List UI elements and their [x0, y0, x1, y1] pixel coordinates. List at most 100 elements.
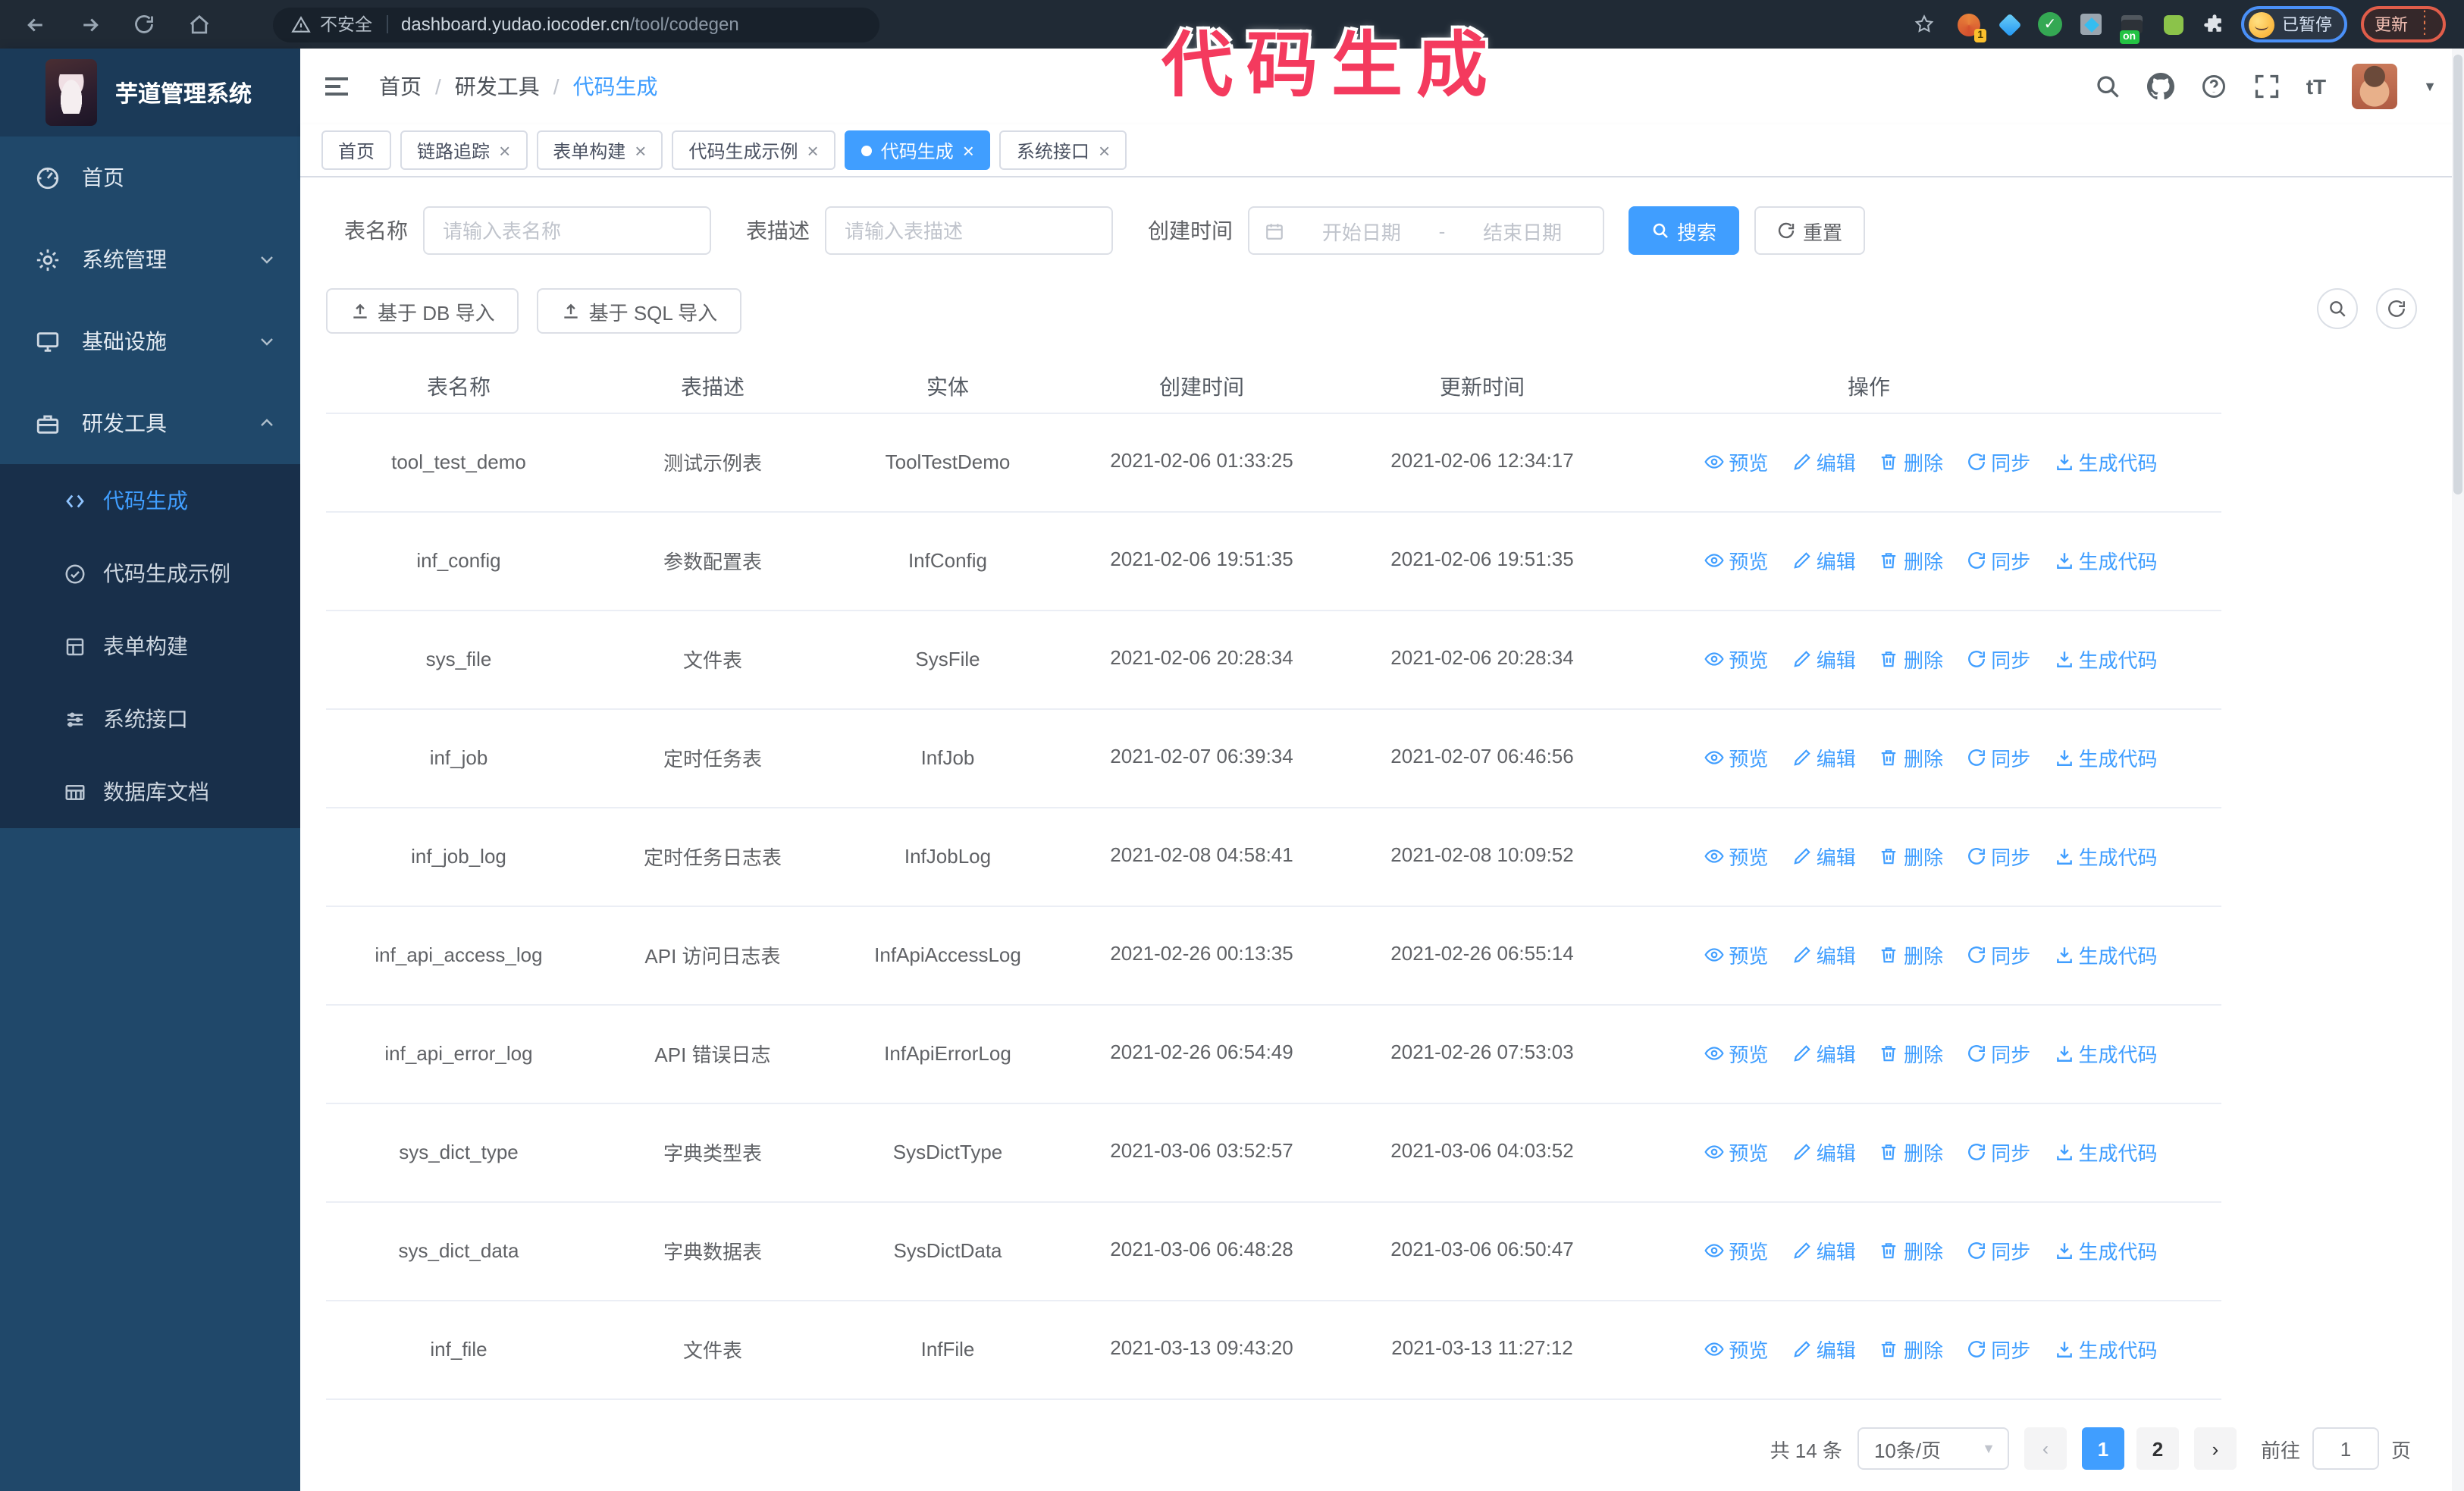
user-avatar[interactable]: [2352, 64, 2398, 109]
tab-close-icon[interactable]: ×: [499, 140, 510, 160]
sync-action[interactable]: 同步: [1967, 940, 2030, 969]
prev-page-button[interactable]: ‹: [2024, 1427, 2067, 1470]
reload-icon[interactable]: [127, 8, 161, 41]
delete-action[interactable]: 删除: [1879, 546, 1943, 575]
edit-action[interactable]: 编辑: [1792, 645, 1856, 673]
generate-code-action[interactable]: 生成代码: [2055, 1236, 2158, 1265]
preview-action[interactable]: 预览: [1704, 546, 1768, 575]
edit-action[interactable]: 编辑: [1792, 1335, 1856, 1364]
help-icon[interactable]: [2200, 73, 2227, 100]
sidebar-logo[interactable]: 芋道管理系统: [0, 49, 300, 137]
sync-action[interactable]: 同步: [1967, 1335, 2030, 1364]
generate-code-action[interactable]: 生成代码: [2055, 1039, 2158, 1068]
date-range-picker[interactable]: 开始日期 - 结束日期: [1248, 206, 1604, 255]
fullscreen-icon[interactable]: [2253, 73, 2281, 100]
extension-icon-tabs[interactable]: on: [2118, 11, 2146, 44]
extension-icon-gem[interactable]: [1995, 11, 2023, 38]
page-button-2[interactable]: 2: [2136, 1427, 2179, 1470]
tab-close-icon[interactable]: ×: [963, 140, 974, 160]
github-icon[interactable]: [2146, 73, 2174, 100]
delete-action[interactable]: 删除: [1879, 1039, 1943, 1068]
edit-action[interactable]: 编辑: [1792, 940, 1856, 969]
sidebar-item-home[interactable]: 首页: [0, 137, 300, 218]
delete-action[interactable]: 删除: [1879, 1335, 1943, 1364]
table-name-input[interactable]: [423, 206, 711, 255]
generate-code-action[interactable]: 生成代码: [2055, 842, 2158, 871]
page-scrollbar[interactable]: [2452, 49, 2464, 1491]
extension-icon-green-check[interactable]: ✓: [2036, 11, 2064, 38]
preview-action[interactable]: 预览: [1704, 1335, 1768, 1364]
delete-action[interactable]: 删除: [1879, 1236, 1943, 1265]
import-db-button[interactable]: 基于 DB 导入: [326, 288, 519, 334]
breadcrumb-home[interactable]: 首页: [379, 71, 422, 102]
sync-action[interactable]: 同步: [1967, 743, 2030, 772]
tab-code-generation[interactable]: 代码生成 ×: [844, 130, 991, 170]
tab-close-icon[interactable]: ×: [635, 140, 646, 160]
preview-action[interactable]: 预览: [1704, 645, 1768, 673]
delete-action[interactable]: 删除: [1879, 645, 1943, 673]
show-search-icon-button[interactable]: [2317, 288, 2358, 329]
tab-home[interactable]: 首页: [321, 130, 392, 170]
edit-action[interactable]: 编辑: [1792, 842, 1856, 871]
extension-icon-orange[interactable]: 1: [1955, 11, 1986, 42]
font-size-icon[interactable]: tT: [2306, 74, 2326, 99]
edit-action[interactable]: 编辑: [1792, 546, 1856, 575]
next-page-button[interactable]: ›: [2193, 1427, 2237, 1470]
preview-action[interactable]: 预览: [1704, 447, 1768, 476]
sidebar-item-form-builder[interactable]: 表单构建: [0, 610, 300, 683]
sync-action[interactable]: 同步: [1967, 546, 2030, 575]
forward-icon[interactable]: [73, 8, 106, 41]
delete-action[interactable]: 删除: [1879, 743, 1943, 772]
delete-action[interactable]: 删除: [1879, 447, 1943, 476]
tab-close-icon[interactable]: ×: [1099, 140, 1110, 160]
extensions-puzzle-icon[interactable]: [2200, 11, 2227, 38]
breadcrumb-dev-tools[interactable]: 研发工具: [455, 71, 540, 102]
tab-tracing[interactable]: 链路追踪 ×: [400, 130, 528, 170]
browser-menu-icon[interactable]: ⋮ ⋮: [2417, 10, 2432, 37]
sidebar-item-database-doc[interactable]: 数据库文档: [0, 755, 300, 828]
tab-form-builder[interactable]: 表单构建 ×: [536, 130, 663, 170]
sync-action[interactable]: 同步: [1967, 645, 2030, 673]
sidebar-item-codegen-example[interactable]: 代码生成示例: [0, 537, 300, 610]
edit-action[interactable]: 编辑: [1792, 1039, 1856, 1068]
sidebar-item-code-generation[interactable]: 代码生成: [0, 464, 300, 537]
table-desc-input[interactable]: [825, 206, 1113, 255]
preview-action[interactable]: 预览: [1704, 1236, 1768, 1265]
preview-action[interactable]: 预览: [1704, 842, 1768, 871]
refresh-table-icon-button[interactable]: [2376, 288, 2417, 329]
generate-code-action[interactable]: 生成代码: [2055, 940, 2158, 969]
collapse-sidebar-icon[interactable]: [321, 71, 352, 102]
generate-code-action[interactable]: 生成代码: [2055, 743, 2158, 772]
generate-code-action[interactable]: 生成代码: [2055, 1335, 2158, 1364]
avatar-caret-icon[interactable]: ▼: [2423, 79, 2437, 94]
generate-code-action[interactable]: 生成代码: [2055, 447, 2158, 476]
page-size-select[interactable]: 10条/页 ▼: [1857, 1427, 2009, 1470]
browser-update-button[interactable]: 更新 ⋮ ⋮: [2361, 6, 2446, 42]
extension-icon-android[interactable]: [2159, 11, 2187, 38]
search-button[interactable]: 搜索: [1629, 206, 1740, 255]
sidebar-item-infrastructure[interactable]: 基础设施: [0, 300, 300, 382]
edit-action[interactable]: 编辑: [1792, 1236, 1856, 1265]
edit-action[interactable]: 编辑: [1792, 447, 1856, 476]
scrollbar-thumb[interactable]: [2453, 55, 2462, 494]
page-button-1[interactable]: 1: [2081, 1427, 2124, 1470]
edit-action[interactable]: 编辑: [1792, 1138, 1856, 1166]
edit-action[interactable]: 编辑: [1792, 743, 1856, 772]
tab-codegen-example[interactable]: 代码生成示例 ×: [672, 130, 835, 170]
sidebar-item-dev-tools[interactable]: 研发工具: [0, 382, 300, 464]
generate-code-action[interactable]: 生成代码: [2055, 1138, 2158, 1166]
delete-action[interactable]: 删除: [1879, 1138, 1943, 1166]
preview-action[interactable]: 预览: [1704, 1138, 1768, 1166]
bookmark-star-icon[interactable]: [1908, 8, 1941, 41]
sync-action[interactable]: 同步: [1967, 1236, 2030, 1265]
search-icon[interactable]: [2094, 73, 2121, 100]
sync-action[interactable]: 同步: [1967, 1138, 2030, 1166]
tab-system-api[interactable]: 系统接口 ×: [999, 130, 1127, 170]
sync-action[interactable]: 同步: [1967, 447, 2030, 476]
generate-code-action[interactable]: 生成代码: [2055, 645, 2158, 673]
address-bar[interactable]: 不安全 dashboard.yudao.iocoder.cn/tool/code…: [273, 7, 879, 42]
sync-action[interactable]: 同步: [1967, 842, 2030, 871]
generate-code-action[interactable]: 生成代码: [2055, 546, 2158, 575]
sync-action[interactable]: 同步: [1967, 1039, 2030, 1068]
goto-page-input[interactable]: [2312, 1427, 2379, 1470]
